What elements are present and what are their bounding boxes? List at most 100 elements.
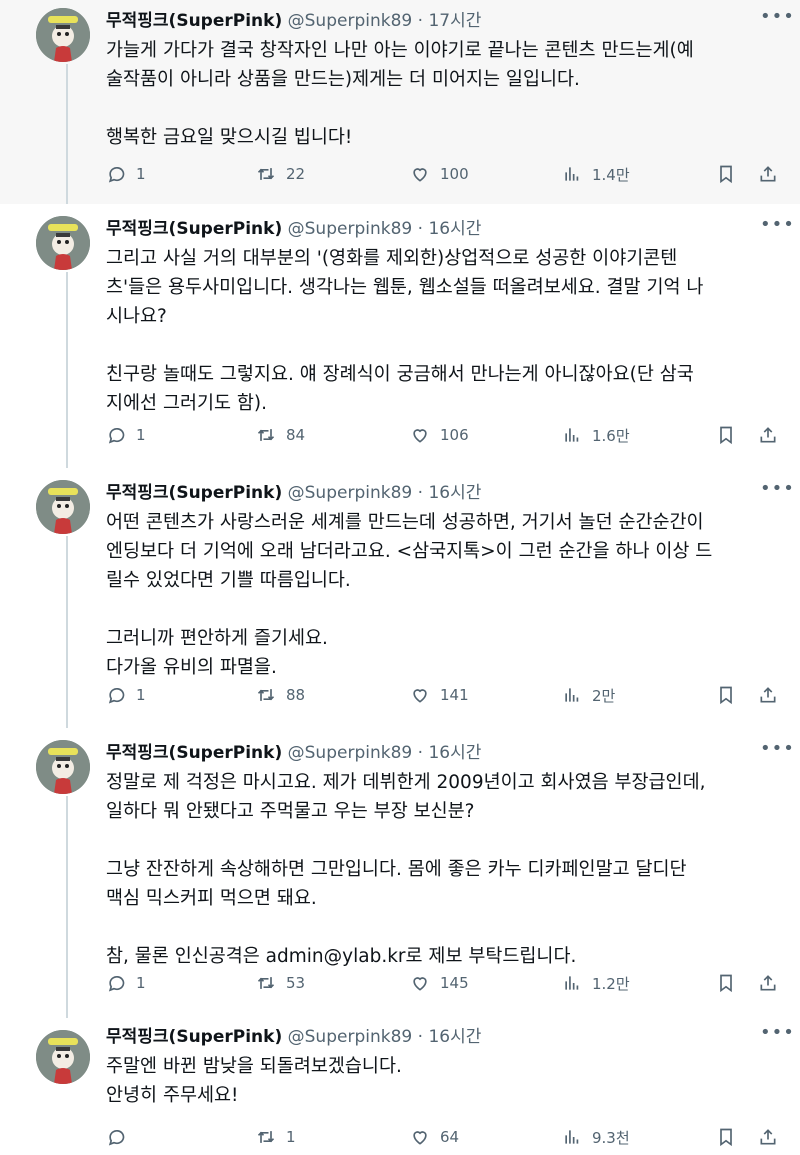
views-button[interactable]: 1.6만 xyxy=(562,422,630,448)
avatar[interactable] xyxy=(36,8,90,62)
display-name[interactable]: 무적핑크(SuperPink) xyxy=(106,1027,282,1047)
reply-icon xyxy=(108,166,125,183)
tweet-text: 그리고 사실 거의 대부분의 '(영화를 제외한)상업적으로 성공한 이야기콘텐… xyxy=(106,244,778,418)
like-count: 64 xyxy=(440,1128,460,1146)
retweet-button[interactable]: 88 xyxy=(256,682,305,708)
reply-count: 1 xyxy=(136,974,146,992)
separator-dot: · xyxy=(417,1027,424,1047)
like-button[interactable]: 106 xyxy=(410,422,469,448)
views-button[interactable]: 1.4만 xyxy=(562,161,630,187)
like-count: 100 xyxy=(440,165,469,183)
reply-button[interactable]: 1 xyxy=(106,682,146,708)
analytics-icon xyxy=(565,1130,579,1144)
bookmark-icon xyxy=(720,426,732,445)
action-bar: 1 22 100 1.4만 xyxy=(106,161,786,187)
action-bar: 1 84 106 1.6만 xyxy=(106,422,786,448)
display-name[interactable]: 무적핑크(SuperPink) xyxy=(106,743,282,763)
share-button[interactable] xyxy=(758,422,778,448)
like-button[interactable]: 64 xyxy=(410,1124,459,1150)
bookmark-icon xyxy=(720,1128,732,1147)
bookmark-button[interactable] xyxy=(716,682,736,708)
display-name[interactable]: 무적핑크(SuperPink) xyxy=(106,483,282,503)
tweet[interactable]: 무적핑크(SuperPink) @Superpink89 · 16시간 ••• … xyxy=(0,204,800,468)
views-count: 1.4만 xyxy=(592,165,630,184)
timestamp[interactable]: 16시간 xyxy=(428,1027,481,1047)
tweet[interactable]: 무적핑크(SuperPink) @Superpink89 · 16시간 ••• … xyxy=(0,728,800,1018)
like-button[interactable]: 145 xyxy=(410,970,469,996)
share-button[interactable] xyxy=(758,970,778,996)
tweet-paragraph: 참, 물론 인신공격은 admin@ylab.kr로 제보 부탁드립니다. xyxy=(106,946,577,967)
bookmark-button[interactable] xyxy=(716,1124,736,1150)
retweet-count: 84 xyxy=(286,426,306,444)
retweet-count: 22 xyxy=(286,165,306,183)
reply-button[interactable]: 1 xyxy=(106,161,146,187)
bookmark-button[interactable] xyxy=(716,970,736,996)
reply-button[interactable]: 1 xyxy=(106,422,146,448)
avatar-image xyxy=(36,216,90,270)
more-options-icon[interactable]: ••• xyxy=(760,1024,794,1046)
reply-button[interactable]: 1 xyxy=(106,970,146,996)
share-button[interactable] xyxy=(758,682,778,708)
timestamp[interactable]: 16시간 xyxy=(428,219,481,239)
user-handle[interactable]: @Superpink89 xyxy=(288,483,413,503)
action-bar: 1 53 145 1.2만 xyxy=(106,970,786,996)
avatar[interactable] xyxy=(36,480,90,534)
retweet-count: 1 xyxy=(286,1128,296,1146)
reply-count: 1 xyxy=(136,686,146,704)
user-handle[interactable]: @Superpink89 xyxy=(288,1027,413,1047)
timestamp[interactable]: 16시간 xyxy=(428,483,481,503)
thread-line xyxy=(66,64,68,204)
more-options-icon[interactable]: ••• xyxy=(760,740,794,762)
more-options-icon[interactable]: ••• xyxy=(760,216,794,238)
retweet-button[interactable]: 53 xyxy=(256,970,305,996)
timestamp[interactable]: 17시간 xyxy=(428,11,481,31)
analytics-icon xyxy=(565,428,579,442)
avatar[interactable] xyxy=(36,740,90,794)
display-name[interactable]: 무적핑크(SuperPink) xyxy=(106,219,282,239)
avatar[interactable] xyxy=(36,216,90,270)
bookmark-button[interactable] xyxy=(716,422,736,448)
reply-icon xyxy=(108,1129,125,1146)
tweet[interactable]: 무적핑크(SuperPink) @Superpink89 · 16시간 ••• … xyxy=(0,468,800,728)
separator-dot: · xyxy=(417,483,424,503)
retweet-button[interactable]: 1 xyxy=(256,1124,296,1150)
display-name[interactable]: 무적핑크(SuperPink) xyxy=(106,11,282,31)
reply-button[interactable] xyxy=(106,1124,136,1150)
avatar[interactable] xyxy=(36,1030,90,1084)
views-button[interactable]: 1.2만 xyxy=(562,970,630,996)
heart-icon xyxy=(413,689,427,703)
avatar-image xyxy=(36,480,90,534)
more-options-icon[interactable]: ••• xyxy=(760,8,794,30)
user-handle[interactable]: @Superpink89 xyxy=(288,219,413,239)
views-button[interactable]: 2만 xyxy=(562,682,615,708)
share-icon xyxy=(760,166,776,182)
tweet[interactable]: 무적핑크(SuperPink) @Superpink89 · 16시간 ••• … xyxy=(0,1018,800,1155)
retweet-icon xyxy=(257,1131,275,1143)
views-button[interactable]: 9.3천 xyxy=(562,1124,630,1150)
like-button[interactable]: 100 xyxy=(410,161,469,187)
share-button[interactable] xyxy=(758,1124,778,1150)
tweet-paragraph: 가늘게 가다가 결국 창작자인 나만 아는 이야기로 끝나는 콘텐츠 만드는게(… xyxy=(106,40,694,90)
views-count: 1.6만 xyxy=(592,426,630,445)
tweet-header: 무적핑크(SuperPink) @Superpink89 · 16시간 xyxy=(106,216,481,242)
bookmark-icon xyxy=(720,165,732,184)
bookmark-button[interactable] xyxy=(716,161,736,187)
more-options-icon[interactable]: ••• xyxy=(760,480,794,502)
share-button[interactable] xyxy=(758,161,778,187)
thread-line xyxy=(66,796,68,1018)
thread-line xyxy=(66,536,68,728)
heart-icon xyxy=(413,429,427,443)
tweet-paragraph: 주말엔 바뀐 밤낮을 되돌려보겠습니다. 안녕히 주무세요! xyxy=(106,1056,402,1106)
analytics-icon xyxy=(565,167,579,181)
share-icon xyxy=(760,975,776,991)
tweet[interactable]: 무적핑크(SuperPink) @Superpink89 · 17시간 ••• … xyxy=(0,0,800,204)
like-button[interactable]: 141 xyxy=(410,682,469,708)
tweet-header: 무적핑크(SuperPink) @Superpink89 · 16시간 xyxy=(106,480,481,506)
timestamp[interactable]: 16시간 xyxy=(428,743,481,763)
user-handle[interactable]: @Superpink89 xyxy=(288,11,413,31)
user-handle[interactable]: @Superpink89 xyxy=(288,743,413,763)
heart-icon xyxy=(413,168,427,182)
retweet-button[interactable]: 22 xyxy=(256,161,305,187)
retweet-button[interactable]: 84 xyxy=(256,422,305,448)
bookmark-icon xyxy=(720,974,732,993)
